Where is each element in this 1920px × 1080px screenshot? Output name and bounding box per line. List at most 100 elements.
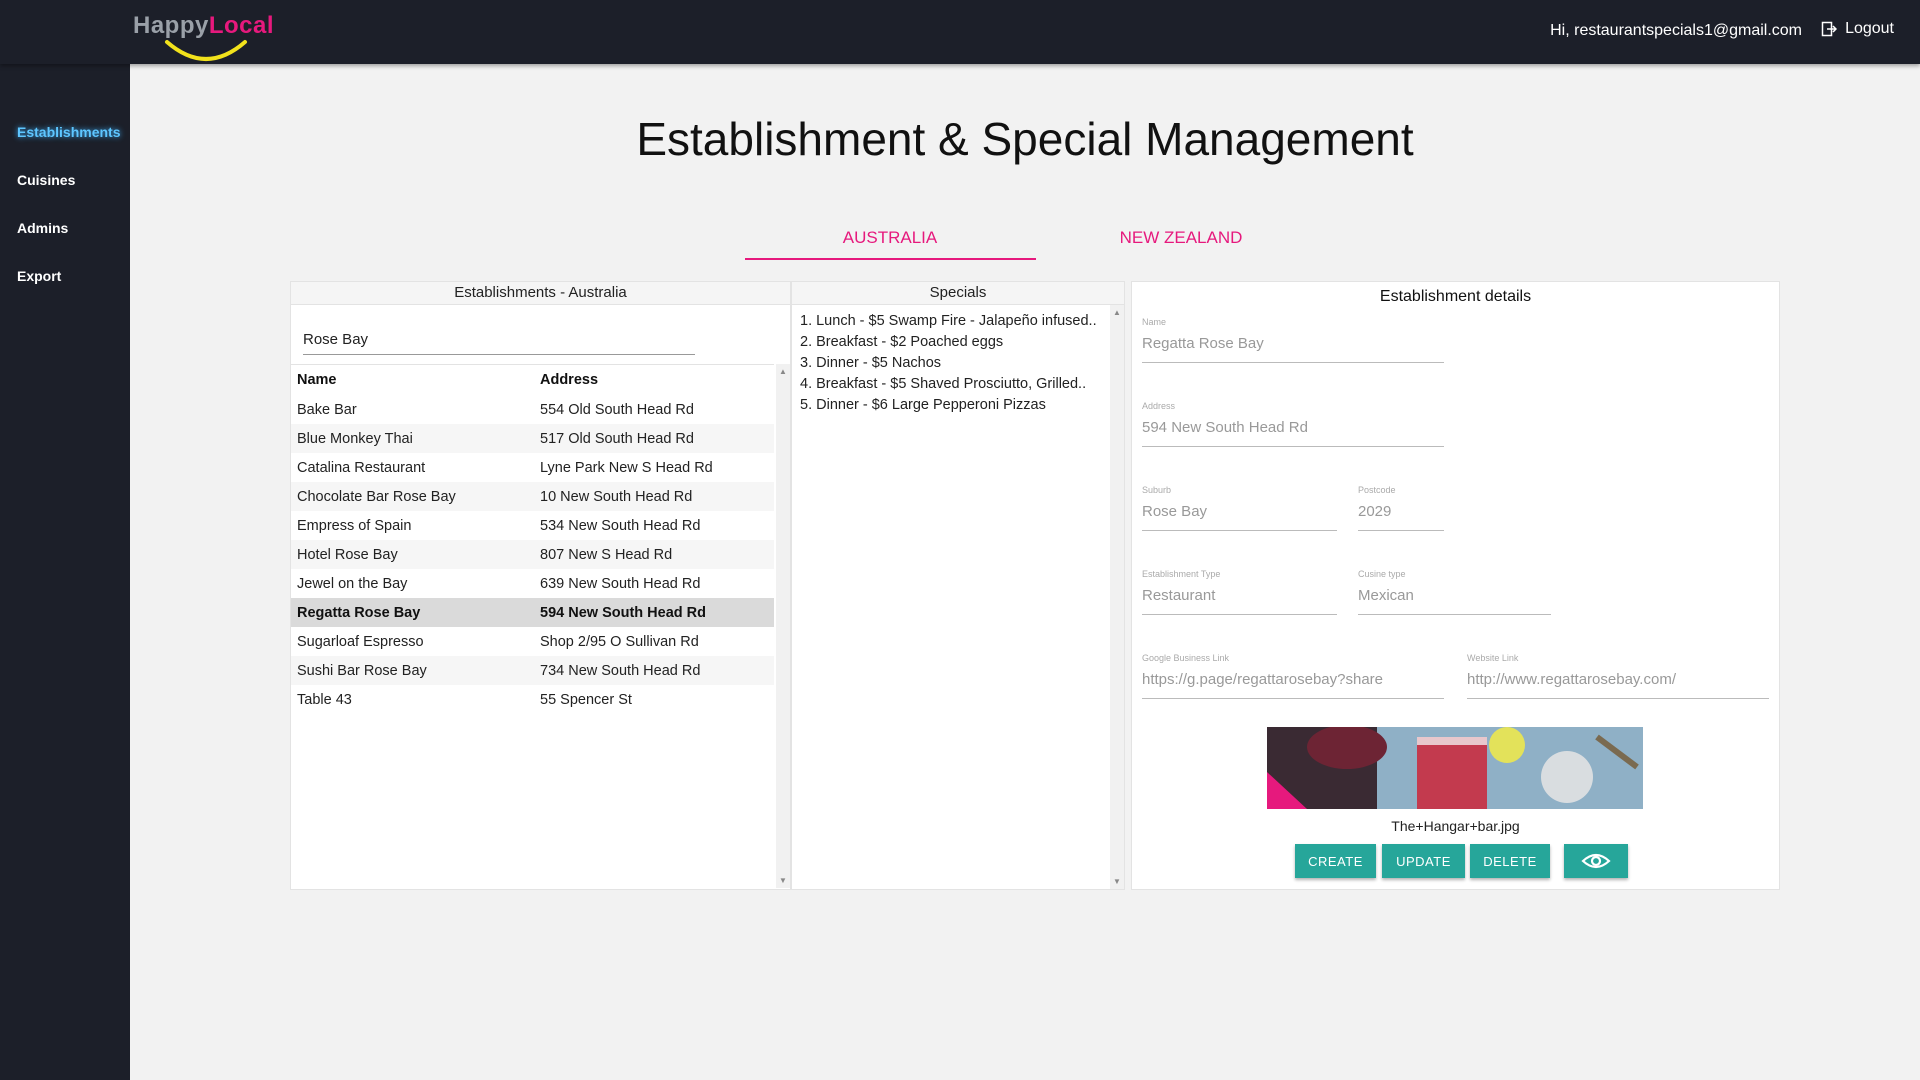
image-filename: The+Hangar+bar.jpg <box>1391 818 1520 834</box>
sidebar-item-export[interactable]: Export <box>17 268 61 284</box>
row-name: Chocolate Bar Rose Bay <box>291 482 540 511</box>
suburb-field[interactable]: Suburb Rose Bay <box>1142 485 1337 531</box>
special-item[interactable]: 4. Breakfast - $5 Shaved Prosciutto, Gri… <box>800 374 1097 395</box>
table-row[interactable]: Bake Bar 554 Old South Head Rd <box>291 395 774 424</box>
scroll-up-icon[interactable]: ▲ <box>779 367 787 376</box>
scroll-down-icon[interactable]: ▼ <box>1113 877 1121 886</box>
website-link-field[interactable]: Website Link http://www.regattarosebay.c… <box>1467 653 1769 699</box>
user-greeting: Hi, restaurantspecials1@gmail.com <box>1550 22 1802 39</box>
specials-panel: Specials 1. Lunch - $5 Swamp Fire - Jala… <box>791 281 1125 890</box>
table-row-selected[interactable]: Regatta Rose Bay 594 New South Head Rd <box>291 598 774 627</box>
special-item[interactable]: 5. Dinner - $6 Large Pepperoni Pizzas <box>800 395 1097 416</box>
smile-icon <box>165 40 247 61</box>
row-address: 554 Old South Head Rd <box>540 401 694 418</box>
delete-button[interactable]: DELETE <box>1470 844 1550 878</box>
special-item[interactable]: 1. Lunch - $5 Swamp Fire - Jalapeño infu… <box>800 311 1097 332</box>
table-row[interactable]: Empress of Spain 534 New South Head Rd <box>291 511 774 540</box>
table-row[interactable]: Hotel Rose Bay 807 New S Head Rd <box>291 540 774 569</box>
address-value: 594 New South Head Rd <box>1142 419 1444 447</box>
row-name: Catalina Restaurant <box>297 459 426 476</box>
cuisine-type-value: Mexican <box>1358 587 1551 615</box>
eye-icon <box>1581 853 1611 869</box>
name-label: Name <box>1142 317 1167 327</box>
column-header-address[interactable]: Address <box>540 365 774 395</box>
row-address: 594 New South Head Rd <box>540 598 774 627</box>
google-link-value: https://g.page/regattarosebay?share <box>1142 671 1444 699</box>
establishment-image <box>1267 727 1643 809</box>
table-row[interactable]: Jewel on the Bay 639 New South Head Rd <box>291 569 774 598</box>
cuisine-type-select[interactable]: Cusine type Mexican <box>1358 569 1551 615</box>
establishment-type-label: Establishment Type <box>1142 569 1221 579</box>
row-name: Sushi Bar Rose Bay <box>291 656 540 685</box>
row-address: 807 New S Head Rd <box>540 540 774 569</box>
cuisine-type-label: Cusine type <box>1358 569 1406 579</box>
drink-photo <box>1267 727 1643 809</box>
row-address: 10 New South Head Rd <box>540 482 774 511</box>
view-button[interactable] <box>1564 844 1628 878</box>
column-header-name[interactable]: Name <box>291 365 540 395</box>
establishments-panel: Establishments - Australia Name Address … <box>290 281 791 890</box>
row-address: 517 Old South Head Rd <box>540 424 774 453</box>
postcode-value: 2029 <box>1358 503 1444 531</box>
name-value: Regatta Rose Bay <box>1142 335 1444 363</box>
specials-list: 1. Lunch - $5 Swamp Fire - Jalapeño infu… <box>800 311 1097 416</box>
establishment-type-value: Restaurant <box>1142 587 1337 615</box>
sidebar: Establishments Cuisines Admins Export <box>0 64 130 1080</box>
sidebar-item-establishments[interactable]: Establishments <box>17 124 120 140</box>
website-link-label: Website Link <box>1467 653 1519 663</box>
row-name: Hotel Rose Bay <box>291 540 540 569</box>
establishments-table: Name Address Bake Bar 554 Old South Head … <box>291 365 774 714</box>
table-row[interactable]: Sushi Bar Rose Bay 734 New South Head Rd <box>291 656 774 685</box>
sidebar-item-cuisines[interactable]: Cuisines <box>17 172 75 188</box>
details-title: Establishment details <box>1379 288 1532 305</box>
establishments-scrollbar[interactable]: ▲ ▼ <box>776 364 790 888</box>
row-name: Table 43 <box>297 691 352 708</box>
row-name: Jewel on the Bay <box>297 575 408 592</box>
update-button[interactable]: UPDATE <box>1382 844 1465 878</box>
specials-scrollbar[interactable]: ▲ ▼ <box>1110 305 1124 889</box>
logout-icon <box>1821 21 1838 37</box>
row-name: Sugarloaf Espresso <box>297 633 424 650</box>
row-name: Empress of Spain <box>297 517 412 534</box>
page-title: Establishment & Special Management <box>636 113 1414 165</box>
google-link-label: Google Business Link <box>1142 653 1230 663</box>
table-row[interactable]: Blue Monkey Thai 517 Old South Head Rd <box>291 424 774 453</box>
table-row[interactable]: Sugarloaf Espresso Shop 2/95 O Sullivan R… <box>291 627 774 656</box>
special-item[interactable]: 3. Dinner - $5 Nachos <box>800 353 1097 374</box>
sidebar-item-admins[interactable]: Admins <box>17 220 68 236</box>
postcode-field[interactable]: Postcode 2029 <box>1358 485 1444 531</box>
establishments-table-wrap: Name Address Bake Bar 554 Old South Head … <box>291 364 774 889</box>
website-link-value: http://www.regattarosebay.com/ <box>1467 671 1769 699</box>
establishment-type-select[interactable]: Establishment Type Restaurant <box>1142 569 1337 615</box>
suburb-value: Rose Bay <box>1142 503 1337 531</box>
establishments-header: Establishments - Australia <box>291 282 790 305</box>
top-bar: HappyLocal Hi, restaurantspecials1@gmail… <box>0 0 1920 64</box>
table-header-row: Name Address <box>291 365 774 395</box>
create-button[interactable]: CREATE <box>1295 844 1376 878</box>
specials-header: Specials <box>792 282 1124 305</box>
suburb-label: Suburb <box>1142 485 1172 495</box>
special-item[interactable]: 2. Breakfast - $2 Poached eggs <box>800 332 1097 353</box>
logout-label: Logout <box>1845 20 1894 37</box>
table-row[interactable]: Chocolate Bar Rose Bay 10 New South Head … <box>291 482 774 511</box>
scroll-down-icon[interactable]: ▼ <box>779 876 787 885</box>
address-field[interactable]: Address 594 New South Head Rd <box>1142 401 1444 447</box>
row-address: 55 Spencer St <box>540 691 632 708</box>
happylocal-logo[interactable]: HappyLocal <box>133 10 283 68</box>
table-row[interactable]: Table 43 55 Spencer St <box>291 685 774 714</box>
address-label: Address <box>1142 401 1176 411</box>
google-business-link-field[interactable]: Google Business Link https://g.page/rega… <box>1142 653 1444 699</box>
postcode-label: Postcode <box>1358 485 1396 495</box>
name-field[interactable]: Name Regatta Rose Bay <box>1142 317 1444 363</box>
row-address: Lyne Park New S Head Rd <box>540 459 713 476</box>
logout-button[interactable]: Logout <box>1821 20 1894 38</box>
table-row[interactable]: Catalina Restaurant Lyne Park New S Head … <box>291 453 774 482</box>
row-address: 534 New South Head Rd <box>540 517 701 534</box>
scroll-up-icon[interactable]: ▲ <box>1113 308 1121 317</box>
row-address: 639 New South Head Rd <box>540 575 701 592</box>
establishment-details-panel: Establishment details Name Regatta Rose … <box>1131 281 1780 890</box>
row-name: Blue Monkey Thai <box>291 424 540 453</box>
search-input[interactable] <box>303 324 695 355</box>
tab-australia[interactable]: AUSTRALIA <box>745 228 1035 248</box>
tab-new-zealand[interactable]: NEW ZEALAND <box>1036 228 1326 248</box>
